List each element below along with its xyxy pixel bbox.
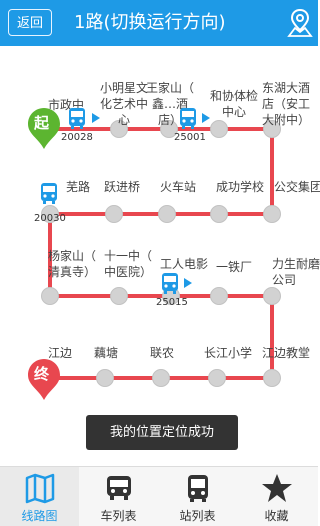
stop-dot[interactable] [210, 120, 228, 138]
bottom-tab-bar: 线路图 车列表 站列表 收藏 [0, 466, 318, 526]
stop-label[interactable]: 跃进桥 [104, 180, 140, 195]
tab-favorites[interactable]: 收藏 [237, 467, 316, 526]
stop-label[interactable]: 东湖大酒 店（安工 大附中） [262, 80, 310, 128]
bus-front-icon [107, 476, 131, 500]
route-segment [270, 127, 274, 216]
bus-icon[interactable] [159, 271, 181, 295]
stop-dot[interactable] [152, 369, 170, 387]
bus-number: 25015 [156, 297, 188, 308]
stop-dot[interactable] [110, 287, 128, 305]
stop-dot[interactable] [158, 205, 176, 223]
bus-direction-icon [92, 113, 100, 123]
stop-label[interactable]: 成功学校 [216, 180, 264, 195]
start-badge-text: 起 [34, 114, 50, 132]
stop-dot[interactable] [96, 369, 114, 387]
route-segment [270, 294, 274, 378]
stop-label[interactable]: 公交集团 [274, 180, 320, 195]
tab-stop-list[interactable]: 站列表 [158, 467, 237, 526]
tab-label: 车列表 [100, 509, 137, 523]
header-bar: 返回 1路(切换运行方向) [0, 0, 318, 46]
stop-dot[interactable] [208, 369, 226, 387]
bus-direction-icon [202, 113, 210, 123]
stop-label[interactable]: 一铁厂 [216, 260, 252, 275]
toast-message: 我的位置定位成功 [86, 415, 238, 450]
stop-dot[interactable] [263, 369, 281, 387]
stop-label[interactable]: 和协体检 中心 [210, 88, 258, 120]
bus-icon[interactable] [38, 181, 60, 205]
map-location-icon[interactable] [287, 8, 313, 38]
stop-label[interactable]: 小明星文 化艺术中心 [100, 80, 148, 128]
star-icon [262, 474, 292, 502]
route-map: 市政中 小明星文 化艺术中心 王家山（ 鑫…酒 店） 和协体检 中心 东湖大酒 店（安工大… [0, 46, 320, 466]
end-badge-text: 终 [34, 365, 50, 383]
stop-dot[interactable] [210, 205, 228, 223]
stop-dot[interactable] [263, 205, 281, 223]
stop-label[interactable]: 芜路 [66, 180, 90, 195]
page-title[interactable]: 1路(切换运行方向) [74, 9, 226, 37]
stop-label[interactable]: 十一中（ 中医院） [104, 248, 152, 280]
map-icon [25, 473, 55, 504]
stop-label[interactable]: 火车站 [160, 180, 196, 195]
stop-label[interactable]: 工人电影 [160, 256, 208, 272]
stop-label[interactable]: 藕塘 [94, 346, 118, 361]
bus-icon [188, 475, 208, 502]
bus-icon[interactable] [177, 106, 199, 130]
stop-dot[interactable] [263, 287, 281, 305]
stop-label[interactable]: 长江小学 [204, 346, 252, 361]
stop-label[interactable]: 力生耐磨 公司 [272, 256, 320, 288]
stop-dot[interactable] [210, 287, 228, 305]
back-button[interactable]: 返回 [8, 9, 52, 36]
bus-number: 25001 [174, 132, 206, 143]
bus-icon[interactable] [66, 106, 88, 130]
tab-route-map[interactable]: 线路图 [0, 467, 79, 526]
stop-label[interactable]: 杨家山（ 清真寺） [48, 248, 96, 280]
stop-dot[interactable] [41, 287, 59, 305]
bus-direction-icon [184, 278, 192, 288]
stop-label[interactable]: 江边教堂 [262, 346, 310, 361]
tab-label: 收藏 [264, 509, 289, 523]
bus-number: 20028 [61, 132, 93, 143]
tab-bus-list[interactable]: 车列表 [79, 467, 158, 526]
bus-number: 20030 [34, 213, 66, 224]
stop-dot[interactable] [105, 205, 123, 223]
tab-label: 线路图 [21, 509, 58, 523]
tab-label: 站列表 [179, 509, 216, 523]
stop-label[interactable]: 联农 [150, 346, 174, 361]
